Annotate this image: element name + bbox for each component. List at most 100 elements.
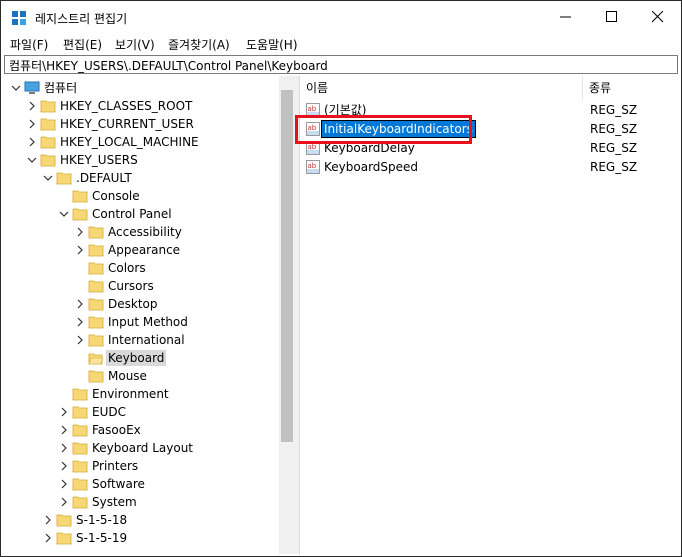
tree-item[interactable]: International	[4, 331, 279, 349]
tree-scrollbar-thumb[interactable]	[281, 90, 293, 442]
folder-icon	[40, 154, 56, 167]
svg-text:ab: ab	[308, 105, 317, 113]
tree-item-label: Cursors	[108, 279, 154, 293]
tree-item[interactable]: Environment	[4, 385, 279, 403]
tree-item[interactable]: Keyboard Layout	[4, 439, 279, 457]
chevron-right-icon[interactable]	[26, 118, 38, 130]
value-row[interactable]: ab InitialKeyboardIndicators REG_SZ	[300, 120, 679, 139]
minimize-button[interactable]	[543, 1, 589, 33]
chevron-down-icon[interactable]	[10, 82, 22, 94]
tree-item[interactable]: Input Method	[4, 313, 279, 331]
tree-item[interactable]: Printers	[4, 457, 279, 475]
tree-item-label: HKEY_CURRENT_USER	[60, 117, 194, 131]
tree-item[interactable]: Accessibility	[4, 223, 279, 241]
tree-item[interactable]: System	[4, 493, 279, 511]
string-value-icon: ab	[306, 160, 320, 174]
chevron-right-icon[interactable]	[74, 334, 86, 346]
chevron-down-icon[interactable]	[26, 154, 38, 166]
folder-icon	[56, 172, 72, 185]
tree-item[interactable]: Appearance	[4, 241, 279, 259]
column-header-name[interactable]: 이름	[300, 76, 328, 100]
value-row[interactable]: ab KeyboardDelay REG_SZ	[300, 139, 679, 158]
tree-item[interactable]: Software	[4, 475, 279, 493]
chevron-right-icon[interactable]	[74, 226, 86, 238]
menu-help[interactable]: 도움말(H)	[246, 36, 298, 53]
folder-icon	[40, 118, 56, 131]
menu-edit[interactable]: 편집(E)	[63, 36, 102, 53]
tree-item[interactable]: S-1-5-18	[4, 511, 279, 529]
tree-item-label: Console	[92, 189, 140, 203]
tree-item[interactable]: HKEY_LOCAL_MACHINE	[4, 133, 279, 151]
chevron-right-icon[interactable]	[58, 406, 70, 418]
tree-vertical-scrollbar[interactable]	[279, 76, 295, 554]
folder-icon	[40, 100, 56, 113]
chevron-right-icon[interactable]	[26, 100, 38, 112]
chevron-right-icon[interactable]	[58, 460, 70, 472]
chevron-right-icon[interactable]	[74, 316, 86, 328]
chevron-down-icon[interactable]	[42, 172, 54, 184]
tree-item-label: S-1-5-19	[76, 531, 128, 545]
tree-item[interactable]: HKEY_CLASSES_ROOT	[4, 97, 279, 115]
folder-icon	[72, 460, 88, 473]
chevron-right-icon[interactable]	[58, 478, 70, 490]
menu-view[interactable]: 보기(V)	[115, 36, 155, 53]
tree-item[interactable]: Desktop	[4, 295, 279, 313]
computer-icon	[24, 81, 40, 94]
value-row[interactable]: ab KeyboardSpeed REG_SZ	[300, 158, 679, 177]
chevron-right-icon[interactable]	[74, 244, 86, 256]
chevron-right-icon[interactable]	[74, 298, 86, 310]
chevron-right-icon[interactable]	[58, 442, 70, 454]
chevron-right-icon[interactable]	[58, 496, 70, 508]
chevron-right-icon[interactable]	[26, 136, 38, 148]
chevron-right-icon[interactable]	[58, 424, 70, 436]
value-name-edit-field[interactable]: InitialKeyboardIndicators	[321, 120, 476, 138]
folder-icon	[88, 370, 104, 383]
tree-item[interactable]: HKEY_USERS	[4, 151, 279, 169]
svg-text:ab: ab	[308, 143, 317, 151]
tree-item[interactable]: Colors	[4, 259, 279, 277]
maximize-button[interactable]	[589, 1, 635, 33]
tree-item-label: Printers	[92, 459, 139, 473]
menu-file[interactable]: 파일(F)	[10, 36, 48, 53]
tree-item[interactable]: Mouse	[4, 367, 279, 385]
folder-icon	[72, 442, 88, 455]
tree-item[interactable]: HKEY_CURRENT_USER	[4, 115, 279, 133]
tree-item[interactable]: 컴퓨터	[4, 79, 279, 97]
column-header-type[interactable]: 종류	[583, 76, 611, 100]
folder-icon	[40, 136, 56, 149]
registry-editor-window: 레지스트리 편집기 파일(F) 편집(E) 보기(V) 즐겨찾기(A) 도움말(…	[0, 0, 682, 557]
folder-icon	[88, 298, 104, 311]
tree-item[interactable]: S-1-5-19	[4, 529, 279, 547]
chevron-right-icon[interactable]	[42, 514, 54, 526]
folder-icon	[88, 262, 104, 275]
address-text[interactable]: 컴퓨터\HKEY_USERS\.DEFAULT\Control Panel\Ke…	[9, 57, 328, 74]
tree-item-label: Environment	[92, 387, 169, 401]
value-name: KeyboardDelay	[324, 141, 415, 155]
tree-item[interactable]: EUDC	[4, 403, 279, 421]
close-icon	[652, 11, 664, 23]
folder-icon	[88, 244, 104, 257]
tree-item-label: Desktop	[108, 297, 158, 311]
close-button[interactable]	[635, 1, 681, 33]
chevron-right-icon[interactable]	[42, 532, 54, 544]
tree-item[interactable]: Control Panel	[4, 205, 279, 223]
tree-item[interactable]: .DEFAULT	[4, 169, 279, 187]
tree-item[interactable]: FasooEx	[4, 421, 279, 439]
menu-favorites[interactable]: 즐겨찾기(A)	[168, 36, 230, 53]
value-list-pane[interactable]: 이름 종류 ab (기본값) REG_SZ ab InitialKeyboardIndi…	[299, 76, 679, 554]
tree-item[interactable]: Cursors	[4, 277, 279, 295]
address-bar[interactable]: 컴퓨터\HKEY_USERS\.DEFAULT\Control Panel\Ke…	[4, 55, 678, 74]
chevron-down-icon[interactable]	[58, 208, 70, 220]
tree-item[interactable]: Console	[4, 187, 279, 205]
folder-icon	[72, 190, 88, 203]
tree-item-label: Control Panel	[92, 207, 172, 221]
value-row[interactable]: ab (기본값) REG_SZ	[300, 101, 679, 120]
folder-icon	[56, 532, 72, 545]
title-bar[interactable]: 레지스트리 편집기	[1, 1, 681, 34]
folder-icon	[72, 424, 88, 437]
key-tree-pane[interactable]: 컴퓨터 HKEY_CLASSES_ROOT HKEY_CURRENT_USER HKE…	[4, 76, 295, 554]
tree-item-label: Appearance	[108, 243, 181, 257]
folder-icon	[88, 316, 104, 329]
tree-item[interactable]: Keyboard	[4, 349, 279, 367]
tree-item-label: HKEY_LOCAL_MACHINE	[60, 135, 199, 149]
